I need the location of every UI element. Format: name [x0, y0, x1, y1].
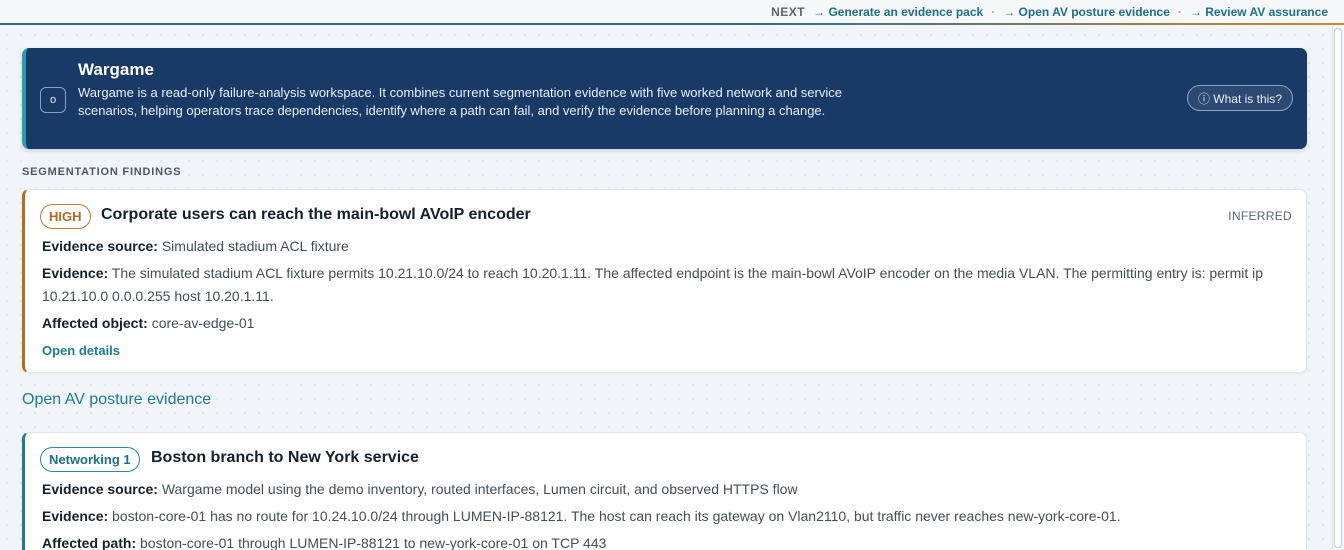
affected-object-label: Affected object:: [42, 315, 148, 331]
affected-object-value: core-av-edge-01: [151, 315, 255, 331]
open-details-link[interactable]: Open details: [42, 343, 120, 358]
evidence-label: Evidence:: [42, 265, 109, 281]
evidence-source-row: Evidence source: Simulated stadium ACL f…: [42, 235, 1276, 258]
affected-path-row: Affected path: boston-core-01 through LU…: [42, 532, 1276, 550]
scenario-evidence-row: Evidence: boston-core-01 has no route fo…: [42, 505, 1276, 528]
scenario-tag: Networking 1: [40, 447, 140, 472]
evidence-value: The simulated stadium ACL fixture permit…: [42, 265, 1264, 304]
evidence-source-label: Evidence source:: [42, 238, 158, 254]
scenario-source-value: Wargame model using the demo inventory, …: [161, 481, 798, 497]
banner-description: Wargame is a read-only failure-analysis …: [78, 85, 842, 118]
what-is-this-button[interactable]: ⓘ What is this?: [1186, 85, 1293, 111]
evidence-row: Evidence: The simulated stadium ACL fixt…: [42, 262, 1276, 308]
severity-badge: HIGH: [40, 204, 91, 229]
affected-path-label: Affected path:: [42, 535, 137, 550]
separator-dot: ·: [991, 4, 996, 19]
topbar-accent-line: [0, 23, 1344, 25]
status-badge: INFERRED: [1228, 209, 1292, 223]
circle-icon: o: [40, 87, 66, 113]
evidence-source-value: Simulated stadium ACL fixture: [161, 238, 349, 254]
next-steps-bar: NEXT → Generate an evidence pack · → Ope…: [0, 0, 1344, 25]
finding-card: HIGH Corporate users can reach the main-…: [22, 189, 1307, 373]
section-heading: SEGMENTATION FINDINGS: [22, 166, 182, 178]
review-av-assurance-link[interactable]: → Review AV assurance: [1190, 5, 1328, 19]
affected-object-row: Affected object: core-av-edge-01: [42, 312, 1276, 335]
next-label: NEXT: [771, 4, 806, 19]
scenario-source-row: Evidence source: Wargame model using the…: [42, 478, 1276, 501]
scrollbar-thumb[interactable]: [1334, 28, 1342, 548]
page-scrollbar[interactable]: [1332, 26, 1342, 550]
finding-title: Corporate users can reach the main-bowl …: [101, 206, 531, 223]
open-av-posture-link[interactable]: → Open AV posture evidence: [1003, 5, 1170, 19]
generate-evidence-pack-link[interactable]: → Generate an evidence pack: [813, 5, 983, 19]
affected-path-value: boston-core-01 through LUMEN-IP-88121 to…: [140, 535, 607, 550]
banner-title: Wargame: [78, 60, 154, 79]
scenario-card: Networking 1 Boston branch to New York s…: [22, 432, 1307, 550]
wargame-intro-banner: o Wargame Wargame is a read-only failure…: [22, 48, 1307, 149]
scenario-title: Boston branch to New York service: [151, 449, 419, 466]
scenario-source-label: Evidence source:: [42, 481, 158, 497]
separator-dot: ·: [1177, 4, 1182, 19]
open-av-posture-evidence-link[interactable]: Open AV posture evidence: [22, 391, 211, 409]
scenario-evidence-value: boston-core-01 has no route for 10.24.10…: [112, 508, 1121, 524]
scenario-evidence-label: Evidence:: [42, 508, 109, 524]
